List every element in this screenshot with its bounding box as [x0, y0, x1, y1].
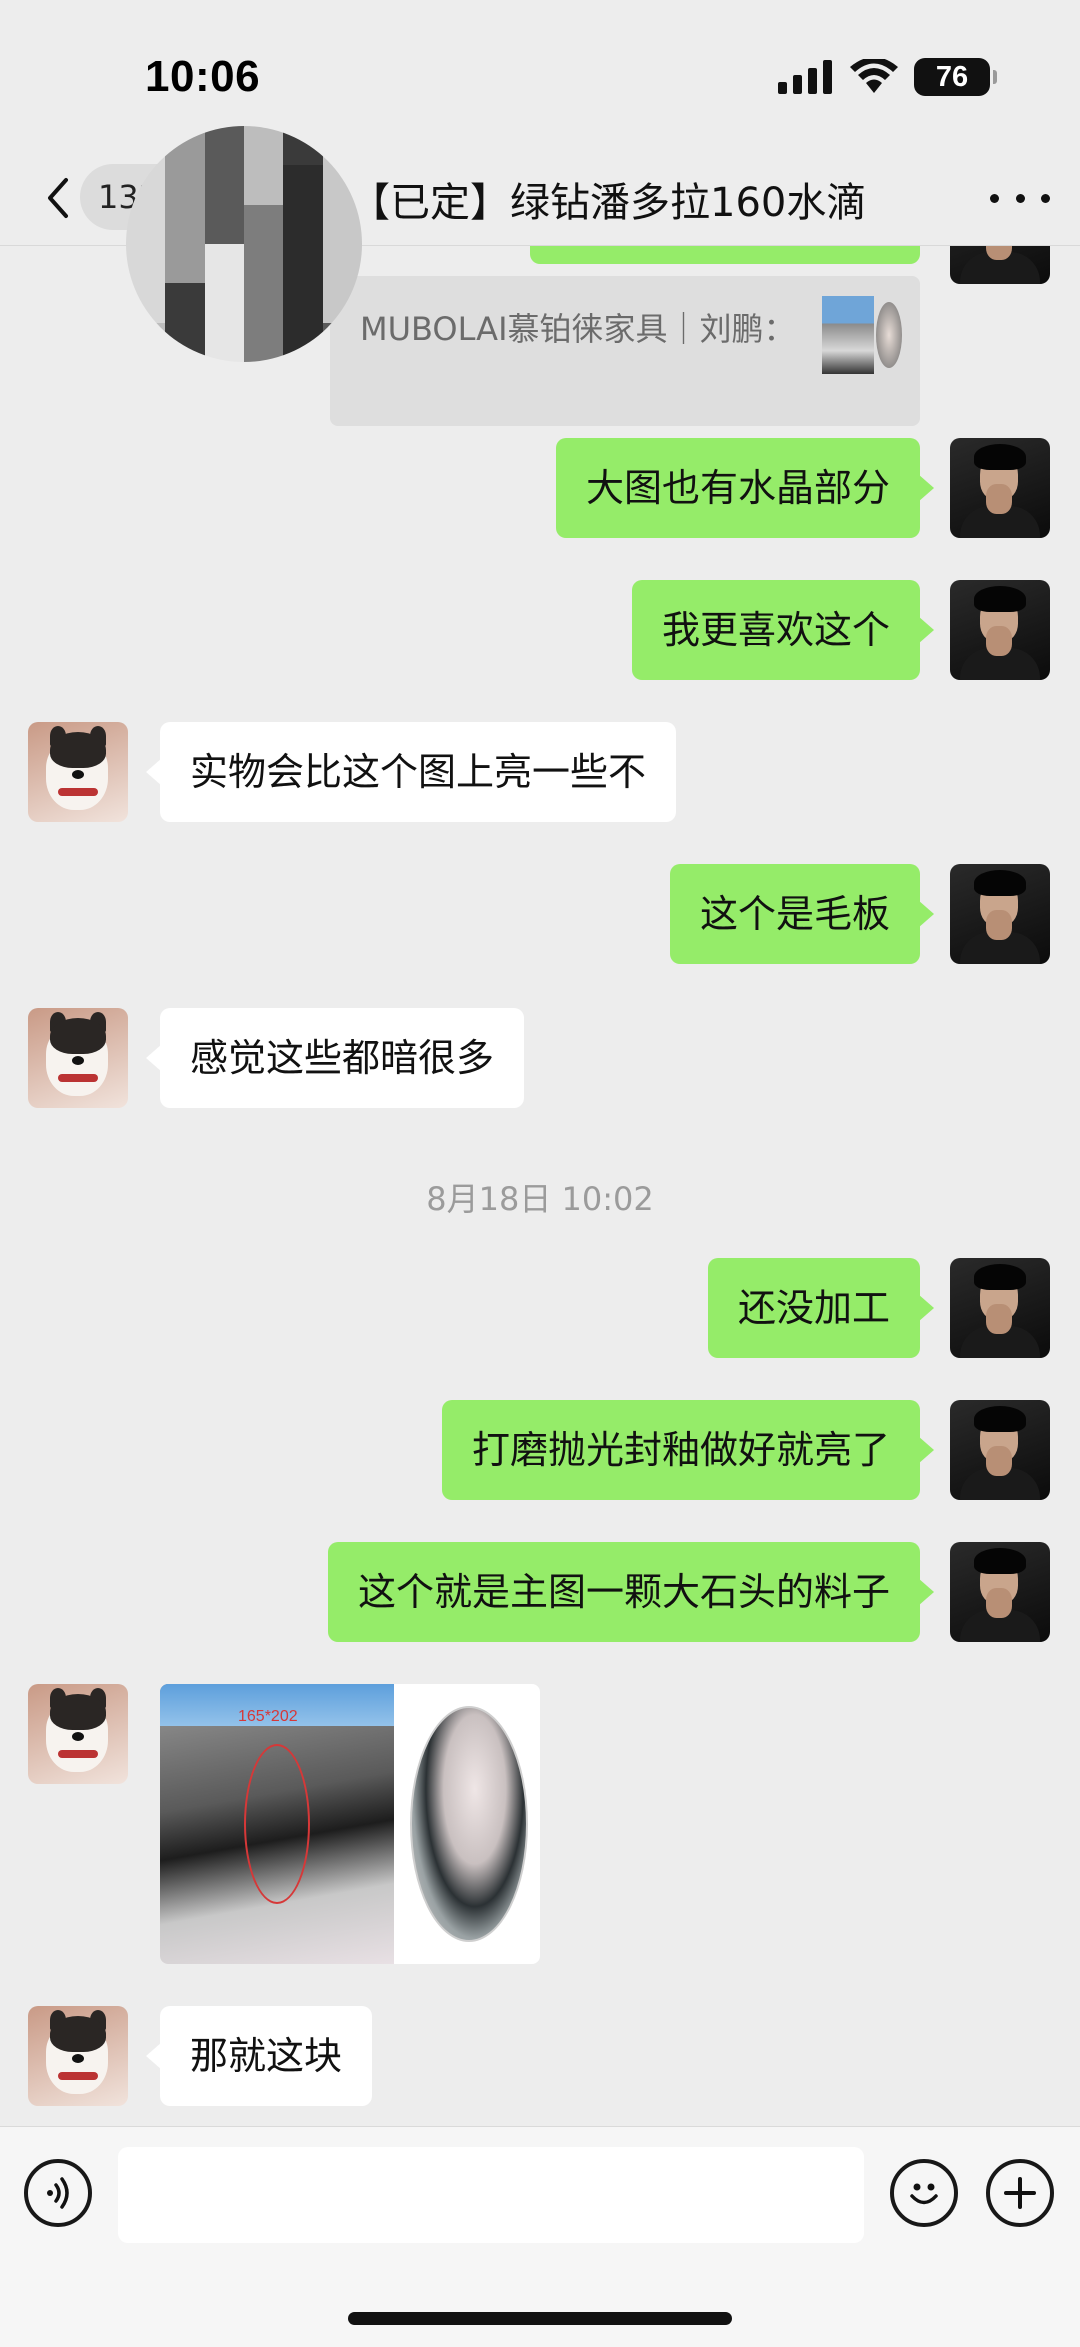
avatar-pixel: [243, 126, 284, 166]
avatar-pixel: [204, 126, 244, 166]
contact-avatar[interactable]: [28, 1008, 128, 1108]
avatar-pixel: [243, 243, 284, 284]
status-icons: 76: [778, 58, 997, 96]
avatar-pixel: [165, 243, 205, 284]
highlight-oval: [244, 1744, 310, 1904]
more-dots-icon: [990, 193, 999, 203]
avatar-pixel: [204, 322, 244, 362]
battery-indicator: 76: [914, 58, 997, 96]
message-bubble[interactable]: 我更喜欢这个: [631, 580, 935, 680]
teardrop-stone-photo: [410, 1706, 528, 1942]
my-avatar[interactable]: [950, 1258, 1050, 1358]
plus-icon: [1004, 2177, 1036, 2209]
contact-avatar[interactable]: [28, 2006, 128, 2106]
my-avatar[interactable]: [950, 580, 1050, 680]
avatar-pixel: [243, 165, 284, 205]
message-bubble[interactable]: 这个就是主图一颗大石头的料子: [327, 1542, 935, 1642]
image-size-label: 165*202: [238, 1708, 298, 1725]
avatar-pixel: [243, 283, 284, 323]
voice-icon: [47, 2177, 69, 2209]
emoji-button[interactable]: [890, 2159, 958, 2227]
message-bubble[interactable]: 还没加工: [707, 1258, 935, 1358]
my-avatar[interactable]: [950, 864, 1050, 964]
contact-avatar[interactable]: [28, 1684, 128, 1784]
message-bubble-cut: [530, 246, 920, 264]
status-time: 10:06: [145, 52, 261, 101]
chat-area[interactable]: MUBOLAI慕铂徕家具｜刘鹏： 大图也有水晶部分 我更喜欢这个 实物会比这个图…: [0, 246, 1080, 2126]
more-dot: [1041, 193, 1050, 203]
message-bubble[interactable]: 这个是毛板: [669, 864, 935, 964]
my-avatar[interactable]: [950, 1400, 1050, 1500]
avatar-pixel: [243, 322, 284, 362]
my-avatar[interactable]: [950, 1542, 1050, 1642]
avatar-pixel: [126, 243, 166, 284]
message-bubble[interactable]: 大图也有水晶部分: [555, 438, 935, 538]
avatar-pixel: [165, 283, 205, 323]
avatar-pixel: [204, 283, 244, 323]
message-bubble[interactable]: 感觉这些都暗很多: [145, 1008, 525, 1108]
avatar-pixel: [204, 165, 244, 205]
avatar-pixel: [283, 283, 323, 323]
message-input[interactable]: [118, 2147, 864, 2243]
wifi-icon: [850, 59, 898, 93]
message-bubble[interactable]: 那就这块: [145, 2006, 373, 2106]
avatar-pixel: [322, 204, 362, 244]
avatar-pixel: [165, 204, 205, 244]
home-indicator[interactable]: [348, 2312, 732, 2325]
more-dot: [1015, 193, 1025, 203]
avatar-pixel: [204, 204, 244, 244]
avatar-pixel: [126, 204, 166, 244]
avatar-pixel: [283, 165, 323, 205]
avatar-pixel: [283, 204, 323, 244]
my-avatar[interactable]: [950, 246, 1050, 284]
image-message[interactable]: 165*202: [160, 1684, 540, 1964]
chat-title: 【已定】绿钻潘多拉160水滴: [350, 180, 867, 226]
quoted-message[interactable]: MUBOLAI慕铂徕家具｜刘鹏：: [330, 276, 920, 426]
signal-bars-icon: [778, 60, 832, 94]
avatar-pixel: [165, 165, 205, 205]
contact-avatar[interactable]: [28, 722, 128, 822]
emoji-icon: [910, 2183, 938, 2205]
avatar-pixel: [322, 243, 362, 284]
avatar-pixel: [283, 243, 323, 284]
more-button[interactable]: [990, 176, 1050, 220]
marble-slab-photo: 165*202: [160, 1684, 394, 1964]
quoted-image-thumbnail[interactable]: [822, 296, 902, 374]
status-bar: 10:06 76: [0, 0, 1080, 150]
avatar-pixel: [243, 204, 284, 244]
timestamp: 8月18日 10:02: [426, 1180, 654, 1218]
message-bubble[interactable]: 打磨抛光封釉做好就亮了: [441, 1400, 935, 1500]
my-avatar[interactable]: [950, 438, 1050, 538]
quoted-message-text: MUBOLAI慕铂徕家具｜刘鹏：: [360, 310, 796, 348]
plus-button[interactable]: [986, 2159, 1054, 2227]
message-bubble[interactable]: 实物会比这个图上亮一些不: [145, 722, 677, 822]
voice-button[interactable]: [24, 2159, 92, 2227]
group-avatar-blurred: [126, 126, 362, 362]
avatar-pixel: [204, 243, 244, 284]
